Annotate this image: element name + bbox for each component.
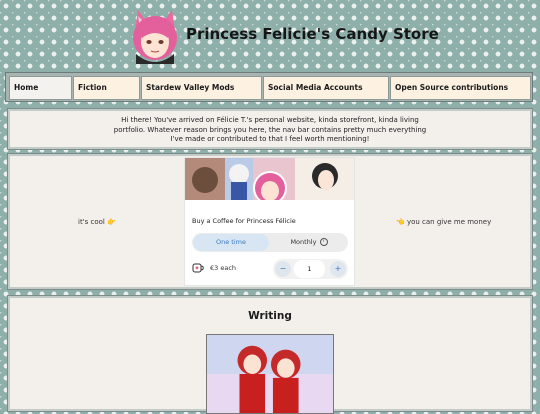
nav-fiction[interactable]: Fiction [73, 76, 140, 100]
monthly-tab-label: Monthly [290, 238, 317, 246]
one-time-tab[interactable]: One time [193, 234, 269, 251]
kofi-widget: Buy a Coffee for Princess Félicie One ti… [184, 157, 355, 286]
writing-panel: Writing [8, 296, 532, 414]
increase-button[interactable]: + [330, 261, 346, 277]
nav-open-source-contributions[interactable]: Open Source contributions [390, 76, 531, 100]
quantity-input[interactable]: 1 [294, 260, 325, 278]
writing-heading: Writing [248, 310, 292, 322]
avatar[interactable] [128, 8, 182, 64]
coffee-cup-icon [192, 263, 204, 273]
site-title: Princess Felicie's Candy Store [186, 25, 439, 43]
nav-stardew-valley-mods[interactable]: Stardew Valley Mods [141, 76, 262, 100]
quantity-stepper: − 1 + [273, 259, 348, 279]
intro-panel: Hi there! You've arrived on Félicie T.'s… [8, 109, 532, 149]
decrease-button[interactable]: − [275, 261, 291, 277]
price-label: €3 each [210, 264, 237, 272]
monthly-tab[interactable]: Monthly i [272, 234, 346, 251]
support-right-text: 👈 you can give me money [396, 218, 492, 226]
support-panel: it's cool 👉 👈 you can give me money Buy … [8, 154, 532, 289]
info-icon[interactable]: i [319, 238, 328, 246]
frequency-toggle: One time Monthly i [192, 233, 348, 252]
site-header: Princess Felicie's Candy Store [0, 0, 540, 70]
main-nav: Home Fiction Stardew Valley Mods Social … [5, 72, 533, 102]
nav-home[interactable]: Home [9, 76, 72, 100]
kofi-widget-title: Buy a Coffee for Princess Félicie [192, 217, 296, 225]
writing-cover-image[interactable] [206, 334, 334, 414]
kofi-banner-image [185, 158, 354, 200]
nav-social-media-accounts[interactable]: Social Media Accounts [263, 76, 389, 100]
intro-text: Hi there! You've arrived on Félicie T.'s… [113, 116, 427, 143]
support-left-text: it's cool 👉 [78, 218, 116, 226]
